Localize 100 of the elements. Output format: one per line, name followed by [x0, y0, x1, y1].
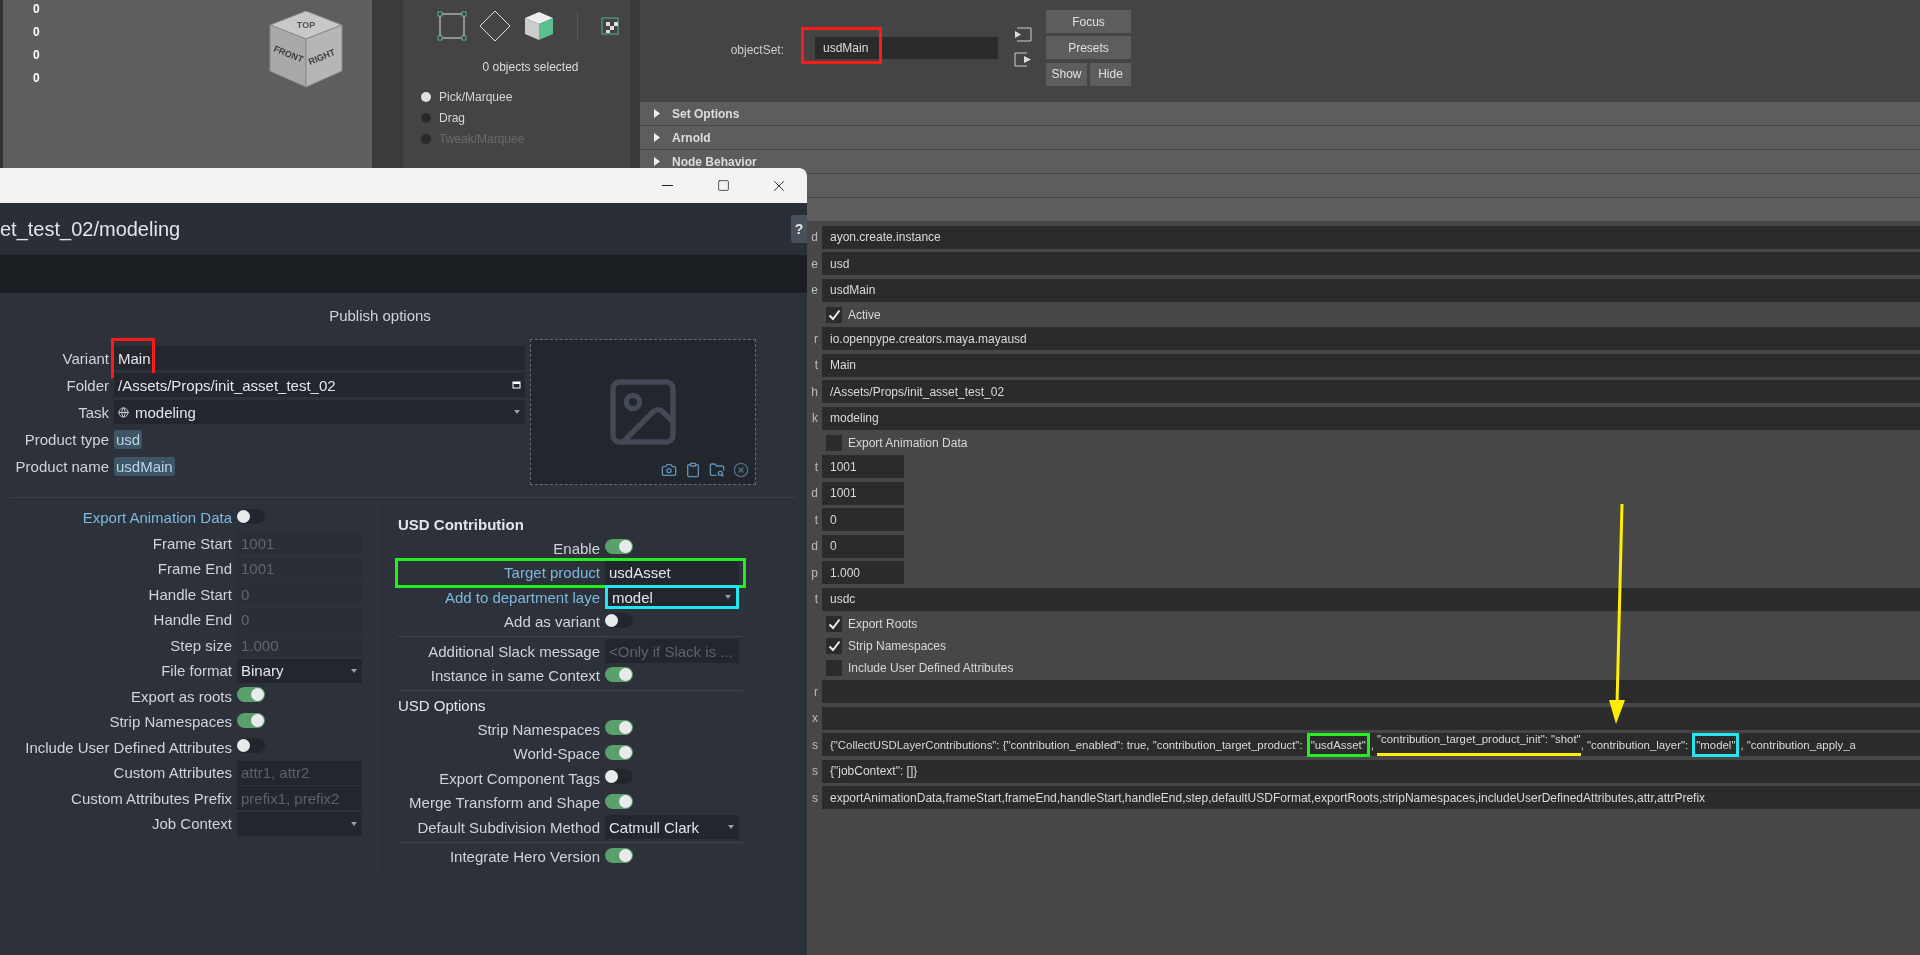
section-heading: USD Options [398, 695, 487, 716]
attribute-field[interactable]: usd [822, 252, 1920, 276]
text-field[interactable]: Main [114, 346, 525, 370]
option-label: Export Animation Data [81, 509, 233, 526]
object-set-field[interactable]: usdMain [815, 37, 998, 59]
attribute-field[interactable] [822, 706, 1920, 730]
toggle-switch[interactable] [605, 847, 633, 863]
clipboard-icon[interactable] [685, 462, 701, 478]
selection-info: 0 objects selected [481, 60, 580, 74]
radio-label[interactable]: Pick/Marquee [439, 89, 513, 104]
attribute-field[interactable]: /Assets/Props/init_asset_test_02 [822, 380, 1920, 404]
attribute-label: t [814, 358, 818, 373]
folder-icon[interactable] [709, 462, 725, 478]
radio-label[interactable]: Drag [439, 110, 465, 125]
select-square-icon[interactable] [437, 11, 467, 41]
checkbox[interactable] [826, 659, 842, 676]
attribute-field[interactable]: ayon.create.instance [822, 225, 1920, 249]
attribute-field[interactable]: 1001 [822, 455, 904, 479]
checkbox[interactable] [826, 434, 842, 451]
editor-button[interactable]: Show [1046, 62, 1087, 86]
editor-button[interactable]: Focus [1046, 10, 1131, 33]
attribute-label: s [812, 737, 818, 752]
help-button[interactable]: ? [791, 215, 807, 243]
attribute-field[interactable]: 1001 [822, 481, 904, 505]
section-bar[interactable]: Set Options [640, 102, 1920, 125]
field-button-icon[interactable] [512, 381, 521, 389]
highlighted-text: "model" [1695, 735, 1737, 754]
section-bar[interactable]: Arnold [640, 126, 1920, 149]
checkbox-label: Strip Namespaces [848, 638, 947, 653]
axis-value: 0 [33, 2, 40, 16]
option-label: World-Space [512, 745, 601, 763]
option-label: File format [160, 662, 233, 679]
field-label: Folder [65, 376, 110, 394]
dropdown[interactable]: modeling [114, 400, 525, 424]
attribute-field[interactable] [822, 680, 1920, 704]
attribute-field[interactable] [822, 733, 1920, 757]
attribute-field[interactable]: usdc [822, 587, 1920, 611]
attribute-label: x [812, 711, 818, 726]
toggle-switch[interactable] [605, 793, 633, 809]
radio-button[interactable] [421, 91, 431, 102]
toggle-switch[interactable] [605, 539, 633, 555]
field-label: Product name [14, 457, 110, 475]
attribute-field[interactable]: exportAnimationData,frameStart,frameEnd,handleStart,handleEnd,step,defaultUSDFormat,exportRoots,stripNamespaces,includeUserDefinedAttributes,attr,attrPrefix [822, 786, 1920, 810]
dropdown[interactable]: Binary [237, 658, 362, 683]
attribute-label: e [811, 283, 818, 298]
option-label: Enable [552, 539, 601, 557]
expand-arrow-icon [654, 109, 660, 118]
attribute-label: k [812, 411, 818, 426]
toggle-switch[interactable] [237, 712, 265, 728]
attribute-label: d [811, 230, 818, 245]
camera-icon[interactable] [661, 462, 677, 478]
checkbox[interactable] [826, 637, 842, 654]
attribute-field[interactable]: io.openpype.creators.maya.mayausd [822, 327, 1920, 351]
toggle-switch[interactable] [237, 738, 265, 753]
input-arrow-icon[interactable] [1014, 27, 1032, 42]
option-label: Step size [169, 636, 233, 654]
caret-icon [350, 820, 358, 827]
toggle-switch[interactable] [605, 720, 633, 736]
attribute-label: t [814, 459, 818, 474]
attribute-field[interactable]: {"jobContext": []} [822, 759, 1920, 783]
attribute-label: p [811, 565, 818, 580]
checkbox[interactable] [826, 306, 842, 323]
attribute-field[interactable]: 1.000 [822, 561, 904, 585]
text-field[interactable]: usdAsset [605, 560, 739, 585]
text-field[interactable]: /Assets/Props/init_asset_test_02 [114, 373, 525, 397]
cube-icon[interactable] [523, 10, 555, 42]
editor-button[interactable]: Hide [1090, 62, 1131, 86]
field-text: , "contribution_apply_a [1740, 738, 1856, 751]
section-bar[interactable]: Node Behavior [640, 150, 1920, 173]
attribute-field[interactable]: 0 [822, 534, 904, 558]
attribute-field[interactable]: Main [822, 353, 1920, 377]
option-label: Export as roots [130, 687, 233, 705]
radio-button[interactable] [421, 112, 431, 123]
field-text: {"CollectUSDLayerContributions": {"contribution_enabled": true, "contribution_target_product": [830, 738, 1304, 751]
attribute-field[interactable]: usdMain [822, 278, 1920, 302]
editor-button[interactable]: Presets [1046, 36, 1131, 60]
toggle-switch[interactable] [237, 508, 265, 524]
toggle-switch[interactable] [237, 687, 265, 702]
checkbox-label: Export Animation Data [848, 435, 968, 450]
toggle-switch[interactable] [605, 666, 633, 682]
thumbnail-area[interactable] [530, 339, 756, 485]
toggle-switch[interactable] [605, 769, 633, 785]
output-arrow-icon[interactable] [1014, 52, 1032, 67]
expand-arrow-icon [654, 157, 660, 166]
diamond-icon[interactable] [479, 10, 511, 42]
clear-icon[interactable] [733, 462, 749, 478]
attribute-label: h [811, 384, 818, 399]
toggle-switch[interactable] [605, 612, 633, 628]
dropdown[interactable]: model [605, 585, 739, 610]
option-label: Target product [503, 564, 601, 582]
dropdown[interactable]: Catmull Clark [605, 815, 739, 840]
attribute-label: s [812, 790, 818, 805]
attribute-label: r [814, 331, 818, 346]
checkbox[interactable] [826, 615, 842, 632]
option-label: Default Subdivision Method [416, 818, 601, 836]
toggle-switch[interactable] [605, 744, 633, 760]
option-label: Strip Namespaces [108, 713, 233, 730]
attribute-field[interactable]: modeling [822, 406, 1920, 430]
attribute-field[interactable]: 0 [822, 508, 904, 532]
checker-icon[interactable] [600, 14, 620, 38]
